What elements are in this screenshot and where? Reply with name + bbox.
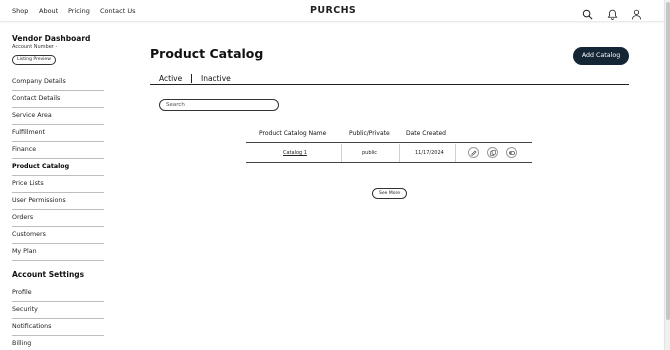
sidebar-item-user-permissions[interactable]: User Permissions — [12, 193, 104, 210]
sidebar-item-service-area[interactable]: Service Area — [12, 108, 104, 125]
sidebar-item-customers[interactable]: Customers — [12, 227, 104, 244]
user-icon[interactable] — [631, 5, 642, 20]
sidebar-title: Vendor Dashboard — [12, 34, 91, 43]
sidebar-item-orders[interactable]: Orders — [12, 210, 104, 227]
sidebar-item-price-lists[interactable]: Price Lists — [12, 176, 104, 193]
catalog-name-link[interactable]: Catalog 1 — [283, 150, 307, 156]
scrollbar-thumb[interactable] — [666, 2, 670, 320]
nav-link-contact-us[interactable]: Contact Us — [100, 7, 136, 15]
column-header-name: Product Catalog Name — [259, 130, 327, 137]
sidebar-item-profile[interactable]: Profile — [12, 285, 104, 302]
page-title: Product Catalog — [150, 46, 264, 61]
nav-link-pricing[interactable]: Pricing — [68, 7, 90, 15]
tabs-underline — [150, 84, 629, 85]
tab-inactive[interactable]: Inactive — [201, 74, 231, 83]
column-header-visibility: Public/Private — [349, 130, 390, 137]
cell-divider — [341, 144, 342, 162]
sidebar-item-notifications[interactable]: Notifications — [12, 319, 104, 336]
table-top-border — [246, 142, 532, 143]
account-settings-title: Account Settings — [12, 270, 85, 279]
cell-divider — [455, 144, 456, 162]
listing-preview-button[interactable]: Listing Preview — [12, 55, 56, 65]
logo[interactable]: PURCHS — [310, 5, 356, 16]
tab-active[interactable]: Active — [159, 74, 182, 83]
bell-icon[interactable] — [607, 5, 618, 20]
nav-link-about[interactable]: About — [39, 7, 58, 15]
sidebar-item-contact-details[interactable]: Contact Details — [12, 91, 104, 108]
toggle-icon[interactable] — [506, 147, 517, 158]
column-header-date: Date Created — [406, 130, 446, 137]
add-catalog-button[interactable]: Add Catalog — [573, 47, 629, 65]
sidebar-item-my-plan[interactable]: My Plan — [12, 244, 104, 261]
catalog-visibility: public — [362, 150, 378, 156]
top-navigation: Shop About Pricing Contact Us PURCHS — [0, 0, 664, 21]
sidebar-item-fulfillment[interactable]: Fulfillment — [12, 125, 104, 142]
sidebar-item-security[interactable]: Security — [12, 302, 104, 319]
catalog-date: 11/17/2024 — [415, 150, 444, 156]
cell-divider — [399, 144, 400, 162]
search-input[interactable] — [159, 99, 279, 111]
tab-divider — [191, 74, 192, 83]
search-icon[interactable] — [582, 5, 593, 20]
sidebar-item-company-details[interactable]: Company Details — [12, 74, 104, 91]
page-scrollbar[interactable] — [664, 0, 670, 350]
sidebar-item-finance[interactable]: Finance — [12, 142, 104, 159]
copy-icon[interactable] — [487, 147, 498, 158]
see-more-button[interactable]: See More — [372, 188, 407, 199]
sidebar-item-billing[interactable]: Billing — [12, 336, 104, 350]
edit-icon[interactable] — [468, 147, 479, 158]
table-bottom-border — [246, 162, 532, 163]
account-number: Account Number - — [12, 44, 58, 50]
sidebar-item-product-catalog[interactable]: Product Catalog — [12, 159, 104, 176]
nav-link-shop[interactable]: Shop — [12, 7, 28, 15]
